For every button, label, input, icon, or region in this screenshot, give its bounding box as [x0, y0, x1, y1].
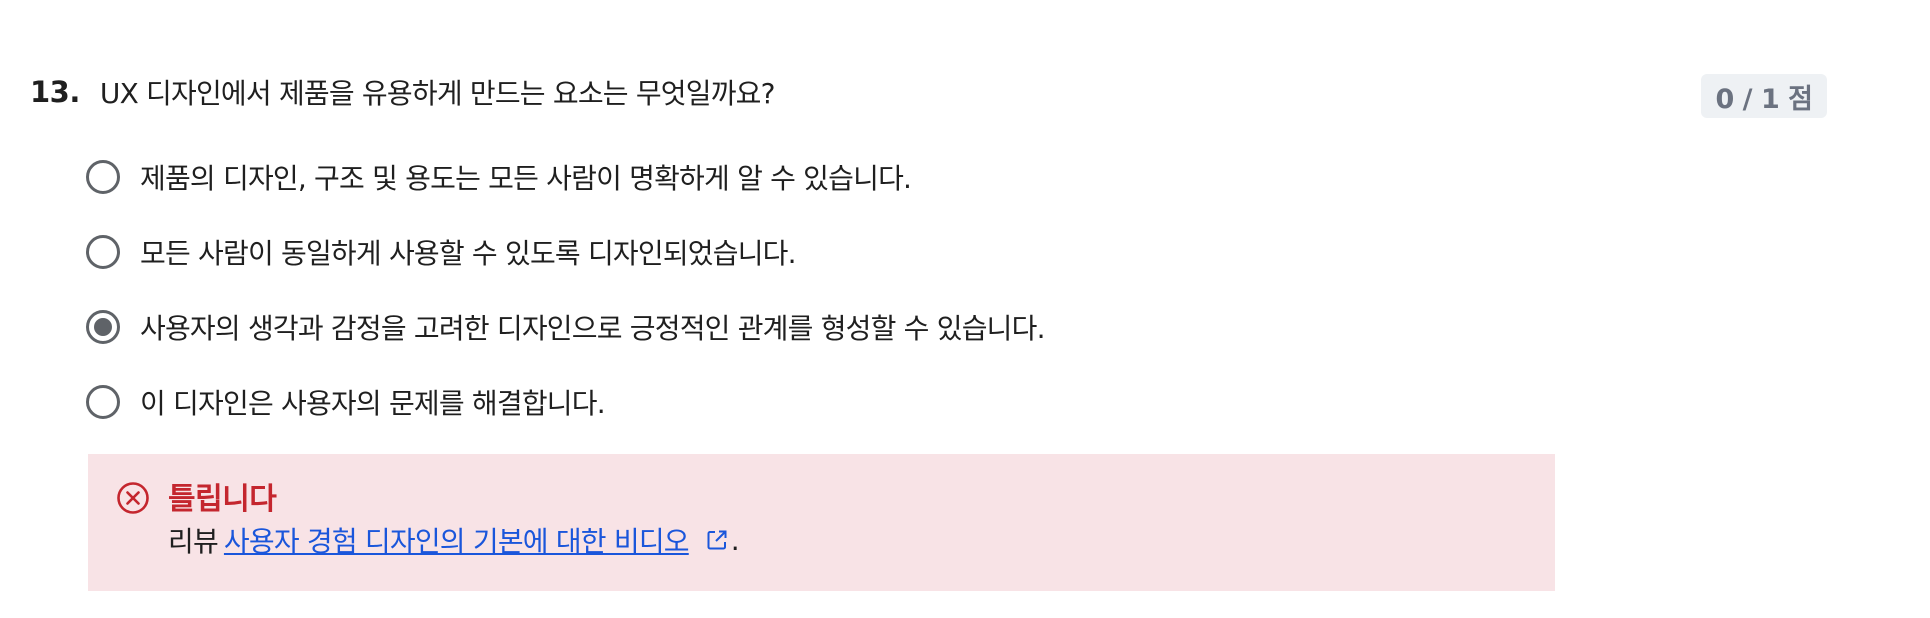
- option-label: 제품의 디자인, 구조 및 용도는 모든 사람이 명확하게 알 수 있습니다.: [140, 162, 912, 195]
- option-4[interactable]: 이 디자인은 사용자의 문제를 해결합니다.: [86, 381, 1045, 423]
- option-1[interactable]: 제품의 디자인, 구조 및 용도는 모든 사람이 명확하게 알 수 있습니다.: [86, 156, 1045, 198]
- question-number: 13.: [30, 75, 80, 109]
- score-badge: 0 / 1 점: [1701, 74, 1827, 118]
- radio-button[interactable]: [86, 160, 120, 194]
- question-text: UX 디자인에서 제품을 유용하게 만드는 요소는 무엇일까요?: [99, 77, 776, 110]
- question-header: 13. UX 디자인에서 제품을 유용하게 만드는 요소는 무엇일까요?: [30, 72, 776, 112]
- answer-options: 제품의 디자인, 구조 및 용도는 모든 사람이 명확하게 알 수 있습니다. …: [86, 156, 1046, 456]
- review-suffix: .: [730, 523, 740, 557]
- feedback-review-line: 리뷰 사용자 경험 디자인의 기본에 대한 비디오 .: [168, 520, 740, 560]
- feedback-title: 틀립니다: [168, 482, 277, 517]
- option-2[interactable]: 모든 사람이 동일하게 사용할 수 있도록 디자인되었습니다.: [86, 231, 1045, 273]
- radio-button[interactable]: [86, 385, 120, 419]
- radio-button[interactable]: [86, 310, 120, 344]
- feedback-panel: 틀립니다 리뷰 사용자 경험 디자인의 기본에 대한 비디오 .: [88, 454, 1555, 591]
- option-label: 이 디자인은 사용자의 문제를 해결합니다.: [140, 387, 606, 420]
- external-link-icon[interactable]: [705, 528, 729, 552]
- review-prefix: 리뷰: [168, 525, 219, 558]
- quiz-question-card: 13. UX 디자인에서 제품을 유용하게 만드는 요소는 무엇일까요? 0 /…: [0, 0, 1930, 618]
- option-label: 모든 사람이 동일하게 사용할 수 있도록 디자인되었습니다.: [140, 237, 797, 270]
- review-video-link[interactable]: 사용자 경험 디자인의 기본에 대한 비디오: [224, 520, 690, 560]
- radio-dot: [94, 318, 112, 336]
- option-3[interactable]: 사용자의 생각과 감정을 고려한 디자인으로 긍정적인 관계를 형성할 수 있습…: [86, 306, 1046, 348]
- option-label: 사용자의 생각과 감정을 고려한 디자인으로 긍정적인 관계를 형성할 수 있습…: [140, 312, 1046, 345]
- error-circle-x-icon: [117, 482, 149, 514]
- radio-button[interactable]: [86, 235, 120, 269]
